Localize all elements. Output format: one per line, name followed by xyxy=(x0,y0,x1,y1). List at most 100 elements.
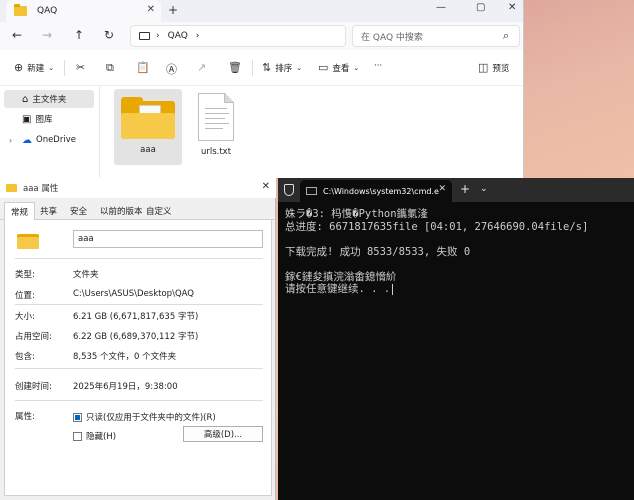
terminal-line: 鎵€鏈夋搷浣滃畬鎴愶紒 xyxy=(285,270,397,283)
created-value: 2025年6月19日，9:38:00 xyxy=(73,382,178,392)
share-icon[interactable]: ↗ xyxy=(197,61,210,74)
cut-icon[interactable]: ✂ xyxy=(76,61,89,74)
chevron-down-icon: ⌄ xyxy=(296,63,303,72)
contains-value: 8,535 个文件，0 个文件夹 xyxy=(73,352,177,362)
folder-name-field[interactable]: aaa xyxy=(73,230,263,248)
chevron-down-icon[interactable]: ⌄ xyxy=(480,184,488,194)
text-file-icon xyxy=(198,93,234,141)
more-options-icon[interactable]: ··· xyxy=(374,61,382,71)
explorer-tab-title: QAQ xyxy=(37,6,58,16)
rename-icon[interactable]: Ⓐ xyxy=(166,61,181,77)
hidden-label: 隐藏(H) xyxy=(86,432,117,442)
file-item-urls[interactable]: urls.txt xyxy=(182,89,250,165)
computer-icon xyxy=(139,32,150,40)
plus-circle-icon: ⊕ xyxy=(14,61,24,74)
contains-label: 包含: xyxy=(15,352,35,362)
shield-icon xyxy=(284,184,294,196)
cloud-icon: ☁ xyxy=(22,134,32,146)
gallery-icon: ▣ xyxy=(22,113,32,125)
divider xyxy=(15,400,263,401)
explorer-tab[interactable]: QAQ ✕ xyxy=(6,0,161,22)
location-label: 位置: xyxy=(15,291,35,301)
general-tab-panel: aaa 类型: 文件夹 位置: C:\Users\ASUS\Desktop\QA… xyxy=(4,220,272,496)
delete-icon[interactable]: 🗑 xyxy=(228,61,246,74)
terminal-window: C:\Windows\system32\cmd.e ✕ + ⌄ 姝ラ�3: 杩愯… xyxy=(278,178,634,500)
back-arrow-icon[interactable]: ← xyxy=(12,28,22,42)
tab-sharing[interactable]: 共享 xyxy=(40,205,57,217)
advanced-button[interactable]: 高级(D)... xyxy=(183,426,263,442)
attributes-label: 属性: xyxy=(15,412,35,422)
home-icon: ⌂ xyxy=(22,93,29,105)
divider xyxy=(64,60,65,76)
preview-button-label: 预览 xyxy=(492,63,510,74)
sidebar-item-home[interactable]: ⌂ 主文件夹 xyxy=(4,90,94,108)
sort-icon: ⇅ xyxy=(262,61,272,74)
tab-security[interactable]: 安全 xyxy=(70,205,87,217)
file-name: urls.txt xyxy=(200,147,232,157)
navigation-pane: ⌂ 主文件夹 ▣ 图库 › ☁ OneDrive xyxy=(0,86,100,178)
breadcrumb-chevron-end[interactable]: › xyxy=(196,31,200,41)
file-name: aaa xyxy=(140,145,156,155)
sidebar-item-gallery[interactable]: ▣ 图库 xyxy=(4,110,94,128)
folder-icon xyxy=(14,4,27,16)
divider xyxy=(15,304,263,305)
new-tab-button[interactable]: + xyxy=(168,3,178,17)
terminal-output[interactable]: 姝ラ�3: 杩愯�Python鑴氭湰 总进度: 6671817635file [… xyxy=(285,208,630,296)
view-button[interactable]: ▭ 查看 ⌄ xyxy=(318,61,359,74)
tab-previous-versions[interactable]: 以前的版本 xyxy=(100,205,143,217)
hidden-checkbox[interactable]: 隐藏(H) xyxy=(73,430,116,442)
forward-arrow-icon[interactable]: → xyxy=(42,28,52,42)
disk-size-label: 占用空间: xyxy=(15,332,52,342)
paste-icon[interactable]: 📋 xyxy=(136,61,154,74)
checkbox-indeterminate xyxy=(73,412,82,422)
preview-button[interactable]: ◫ 预览 xyxy=(478,61,509,74)
tab-close-icon[interactable]: ✕ xyxy=(438,184,446,194)
minimize-button[interactable]: — xyxy=(436,2,446,13)
refresh-icon[interactable]: ↻ xyxy=(104,28,114,42)
chevron-down-icon: ⌄ xyxy=(353,63,360,72)
terminal-tab-title: C:\Windows\system32\cmd.e xyxy=(323,186,439,196)
tab-close-icon[interactable]: ✕ xyxy=(147,4,155,15)
maximize-button[interactable]: ▢ xyxy=(476,2,485,13)
new-button-label: 新建 xyxy=(27,63,45,74)
folder-icon xyxy=(17,232,39,249)
disk-size-value: 6.22 GB (6,689,370,112 字节) xyxy=(73,332,199,342)
preview-pane-icon: ◫ xyxy=(478,61,489,74)
divider xyxy=(252,60,253,76)
address-bar-row: ← → ↑ ↻ › QAQ › 在 QAQ 中搜索 ⌕ xyxy=(0,22,523,50)
properties-titlebar: aaa 属性 ✕ xyxy=(0,178,276,198)
properties-tabs: 常规 共享 安全 以前的版本 自定义 xyxy=(0,202,276,221)
terminal-line: 总进度: 6671817635file [04:01, 27646690.04f… xyxy=(285,220,589,233)
close-window-button[interactable]: ✕ xyxy=(508,2,516,13)
search-placeholder: 在 QAQ 中搜索 xyxy=(361,32,423,43)
cmd-icon xyxy=(306,187,317,195)
folder-icon xyxy=(121,97,175,139)
tab-general[interactable]: 常规 xyxy=(4,202,36,221)
search-input[interactable]: 在 QAQ 中搜索 ⌕ xyxy=(352,25,520,47)
up-arrow-icon[interactable]: ↑ xyxy=(74,28,84,42)
close-icon[interactable]: ✕ xyxy=(262,181,270,192)
tab-customize[interactable]: 自定义 xyxy=(146,205,172,217)
copy-icon[interactable]: ⧉ xyxy=(106,61,118,75)
size-label: 大小: xyxy=(15,312,35,322)
terminal-line: 姝ラ�3: 杩愯�Python鑴氭湰 xyxy=(285,208,429,220)
readonly-checkbox[interactable]: 只读(仅应用于文件夹中的文件)(R) xyxy=(73,411,216,423)
sidebar-item-onedrive[interactable]: ☁ OneDrive xyxy=(4,131,94,149)
new-tab-button[interactable]: + xyxy=(460,182,470,196)
breadcrumb-chevron: › xyxy=(156,31,160,41)
file-list: aaa urls.txt xyxy=(100,86,523,178)
checkbox xyxy=(73,431,82,441)
explorer-titlebar: QAQ ✕ + — ▢ ✕ xyxy=(0,0,523,22)
new-button[interactable]: ⊕ 新建 ⌄ xyxy=(14,61,54,74)
terminal-prompt-text: 请按任意键继续. . . xyxy=(285,283,391,295)
address-bar[interactable]: › QAQ › xyxy=(130,25,346,47)
sidebar-item-label: 主文件夹 xyxy=(32,95,67,105)
sort-button[interactable]: ⇅ 排序 ⌄ xyxy=(262,61,302,74)
divider xyxy=(15,368,263,369)
type-value: 文件夹 xyxy=(73,270,99,280)
file-item-aaa[interactable]: aaa xyxy=(114,89,182,165)
readonly-label: 只读(仅应用于文件夹中的文件)(R) xyxy=(86,413,216,423)
properties-dialog: aaa 属性 ✕ 常规 共享 安全 以前的版本 自定义 aaa 类型: 文件夹 … xyxy=(0,178,276,500)
terminal-tab[interactable]: C:\Windows\system32\cmd.e ✕ xyxy=(300,180,452,202)
breadcrumb-qaq[interactable]: QAQ xyxy=(168,31,188,41)
